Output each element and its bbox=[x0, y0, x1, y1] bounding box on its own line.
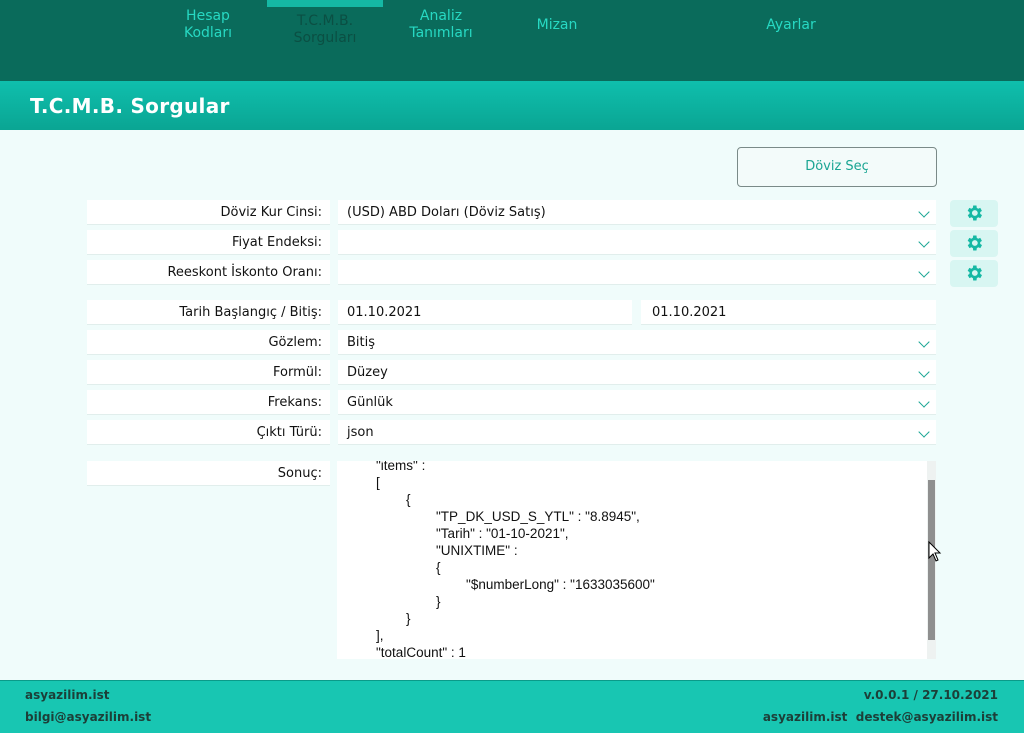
fiyat-endeksi-settings-button[interactable] bbox=[950, 230, 998, 257]
gear-icon bbox=[967, 205, 982, 221]
tab-ayarlar[interactable]: Ayarlar bbox=[755, 17, 827, 34]
formul-label: Formül: bbox=[87, 360, 330, 385]
doviz-kur-select[interactable]: (USD) ABD Doları (Döviz Satış) bbox=[338, 200, 936, 225]
frekans-value: Günlük bbox=[347, 395, 393, 410]
formul-row: Formül: Düzey bbox=[87, 360, 936, 386]
tarih-row: Tarih Başlangıç / Bitiş: 01.10.2021 bbox=[87, 300, 632, 326]
tarih-end-input[interactable]: 01.10.2021 bbox=[641, 300, 936, 325]
footer-version: v.0.0.1 / 27.10.2021 bbox=[863, 688, 998, 702]
doviz-sec-button[interactable]: Döviz Seç bbox=[737, 147, 937, 187]
fiyat-endeksi-row: Fiyat Endeksi: bbox=[87, 230, 936, 256]
footer-support-email: destek@asyazilim.ist bbox=[855, 710, 998, 724]
footer-support: asyazilim.ist destek@asyazilim.ist bbox=[763, 710, 998, 724]
chevron-down-icon bbox=[918, 396, 930, 408]
gozlem-row: Gözlem: Bitiş bbox=[87, 330, 936, 356]
tarih-start-input[interactable]: 01.10.2021 bbox=[338, 300, 632, 325]
mouse-cursor-icon bbox=[928, 541, 942, 562]
cikti-label: Çıktı Türü: bbox=[87, 420, 330, 445]
tab-mizan[interactable]: Mizan bbox=[527, 17, 587, 34]
tab-label-line2: Tanımları bbox=[409, 25, 473, 41]
gear-icon bbox=[967, 235, 982, 251]
top-navigation: Hesap Kodları T.C.M.B. Sorguları Analiz … bbox=[0, 0, 1024, 81]
chevron-down-icon bbox=[918, 236, 930, 248]
frekans-select[interactable]: Günlük bbox=[338, 390, 936, 415]
tab-label-line2: Kodları bbox=[183, 25, 233, 41]
gozlem-label: Gözlem: bbox=[87, 330, 330, 355]
reeskont-select[interactable] bbox=[338, 260, 936, 285]
fiyat-endeksi-label: Fiyat Endeksi: bbox=[87, 230, 330, 255]
gozlem-value: Bitiş bbox=[347, 335, 376, 350]
footer-email: bilgi@asyazilim.ist bbox=[25, 710, 152, 724]
cikti-row: Çıktı Türü: json bbox=[87, 420, 936, 446]
chevron-down-icon bbox=[918, 266, 930, 278]
tab-label-line2: Sorguları bbox=[293, 30, 357, 46]
footer: asyazilim.ist bilgi@asyazilim.ist v.0.0.… bbox=[0, 680, 1024, 733]
gear-icon bbox=[967, 265, 982, 281]
formul-value: Düzey bbox=[347, 365, 388, 380]
fiyat-endeksi-select[interactable] bbox=[338, 230, 936, 255]
sonuc-textarea[interactable]: "items" : [ { "TP_DK_USD_S_YTL" : "8.894… bbox=[337, 461, 936, 659]
chevron-down-icon bbox=[918, 206, 930, 218]
tarih-label: Tarih Başlangıç / Bitiş: bbox=[87, 300, 330, 325]
frekans-label: Frekans: bbox=[87, 390, 330, 415]
cikti-value: json bbox=[347, 425, 374, 440]
tab-hesap-kodlari[interactable]: Hesap Kodları bbox=[172, 8, 244, 42]
footer-support-site: asyazilim.ist bbox=[762, 710, 848, 724]
cikti-select[interactable]: json bbox=[338, 420, 936, 445]
sonuc-text: "items" : [ { "TP_DK_USD_S_YTL" : "8.894… bbox=[376, 461, 655, 659]
gozlem-select[interactable]: Bitiş bbox=[338, 330, 936, 355]
formul-select[interactable]: Düzey bbox=[338, 360, 936, 385]
tab-tcmb-sorgulari[interactable]: T.C.M.B. Sorguları bbox=[280, 13, 370, 47]
page-title: T.C.M.B. Sorgular bbox=[30, 94, 230, 118]
doviz-kur-row: Döviz Kur Cinsi: (USD) ABD Doları (Döviz… bbox=[87, 200, 936, 226]
frekans-row: Frekans: Günlük bbox=[87, 390, 936, 416]
doviz-kur-label: Döviz Kur Cinsi: bbox=[87, 200, 330, 225]
title-bar: T.C.M.B. Sorgular bbox=[0, 81, 1024, 130]
tab-label-line1: Ayarlar bbox=[766, 17, 816, 33]
chevron-down-icon bbox=[918, 336, 930, 348]
reeskont-row: Reeskont İskonto Oranı: bbox=[87, 260, 936, 286]
doviz-kur-settings-button[interactable] bbox=[950, 200, 998, 227]
tab-analiz-tanimlari[interactable]: Analiz Tanımları bbox=[398, 8, 484, 42]
footer-site: asyazilim.ist bbox=[25, 688, 110, 702]
active-tab-indicator bbox=[267, 0, 383, 7]
tab-label-line1: Mizan bbox=[536, 17, 578, 33]
doviz-kur-value: (USD) ABD Doları (Döviz Satış) bbox=[347, 205, 546, 220]
chevron-down-icon bbox=[918, 426, 930, 438]
reeskont-label: Reeskont İskonto Oranı: bbox=[87, 260, 330, 285]
sonuc-label: Sonuç: bbox=[87, 461, 330, 486]
tab-label-line1: T.C.M.B. bbox=[296, 13, 354, 29]
chevron-down-icon bbox=[918, 366, 930, 378]
tab-label-line1: Analiz bbox=[419, 8, 463, 24]
reeskont-settings-button[interactable] bbox=[950, 260, 998, 287]
tab-label-line1: Hesap bbox=[186, 8, 230, 24]
